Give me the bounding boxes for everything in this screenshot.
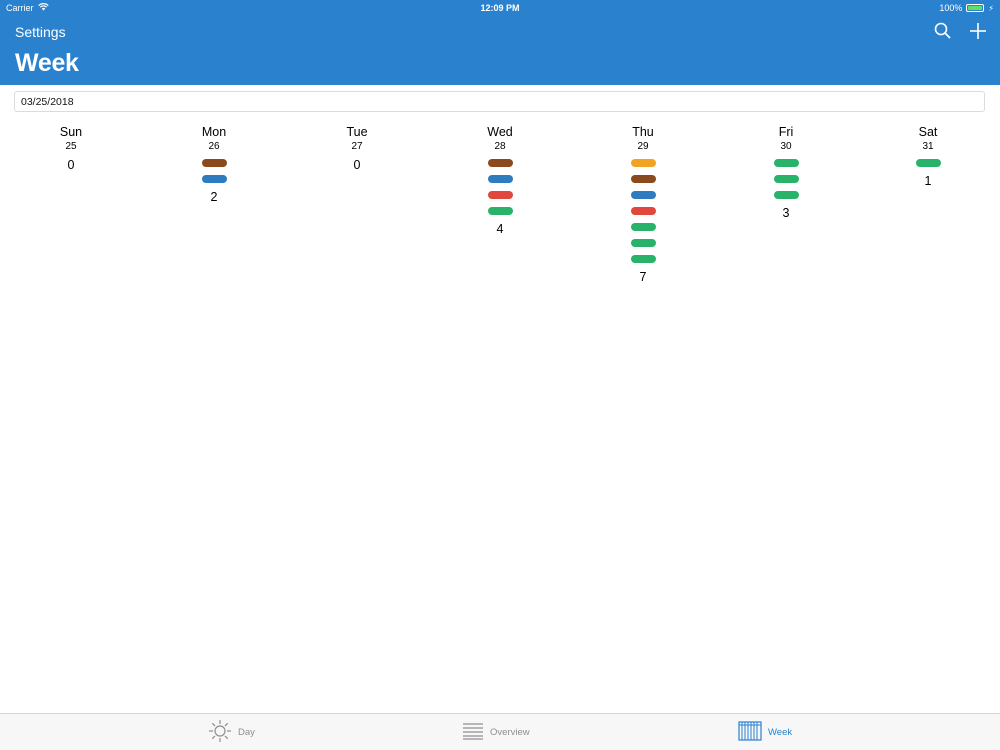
list-icon <box>462 722 484 743</box>
day-date: 30 <box>780 141 792 152</box>
event-bar-blue[interactable] <box>487 175 513 183</box>
event-count: 2 <box>210 190 218 204</box>
event-bar-red[interactable] <box>487 191 513 199</box>
day-name: Tue <box>346 125 368 139</box>
event-bar-green[interactable] <box>915 159 941 167</box>
event-count: 3 <box>782 206 790 220</box>
day-column-wed[interactable]: Wed 28 4 <box>460 124 540 236</box>
calendar-grid-icon <box>738 720 762 744</box>
page-title: Week <box>15 49 79 77</box>
event-count: 0 <box>67 158 75 172</box>
event-bar-brown[interactable] <box>630 175 656 183</box>
event-bar-orange[interactable] <box>630 159 656 167</box>
day-column-tue[interactable]: Tue 27 0 <box>317 124 397 172</box>
event-bar-green[interactable] <box>773 159 799 167</box>
day-date: 29 <box>637 141 649 152</box>
event-bar-green[interactable] <box>773 175 799 183</box>
navigation-header: Carrier 12:09 PM 100% ⚡ Settings Week <box>0 0 1000 85</box>
day-date: 27 <box>351 141 363 152</box>
event-bar-green[interactable] <box>630 255 656 263</box>
day-column-thu[interactable]: Thu 29 7 <box>603 124 683 284</box>
event-bars <box>888 155 968 171</box>
event-bar-blue[interactable] <box>630 191 656 199</box>
settings-button[interactable]: Settings <box>15 24 66 40</box>
day-date: 25 <box>65 141 77 152</box>
day-column-sun[interactable]: Sun 25 0 <box>31 124 111 172</box>
event-count: 1 <box>924 174 932 188</box>
day-name: Wed <box>487 125 513 139</box>
day-date: 26 <box>208 141 220 152</box>
day-name: Mon <box>201 125 227 139</box>
event-count: 0 <box>353 158 361 172</box>
battery-icon <box>966 4 985 12</box>
event-bar-green[interactable] <box>630 223 656 231</box>
status-right: 100% ⚡ <box>939 3 994 13</box>
event-count: 4 <box>496 222 504 236</box>
date-field[interactable]: 03/25/2018 <box>14 91 985 112</box>
event-bar-brown[interactable] <box>201 159 227 167</box>
event-bar-green[interactable] <box>773 191 799 199</box>
day-column-mon[interactable]: Mon 26 2 <box>174 124 254 204</box>
sun-icon <box>208 719 232 746</box>
event-bars <box>603 155 683 267</box>
tab-overview[interactable]: Overview <box>462 714 530 750</box>
event-bars <box>746 155 826 203</box>
day-name: Fri <box>778 125 794 139</box>
tab-week[interactable]: Week <box>738 714 792 750</box>
event-bar-green[interactable] <box>487 207 513 215</box>
charging-icon: ⚡ <box>988 3 994 13</box>
event-count: 7 <box>639 270 647 284</box>
event-bar-green[interactable] <box>630 239 656 247</box>
day-column-sat[interactable]: Sat 31 1 <box>888 124 968 188</box>
status-bar: Carrier 12:09 PM 100% ⚡ <box>0 0 1000 16</box>
day-name: Sun <box>59 125 83 139</box>
tab-bar: Day Overview Week <box>0 713 1000 750</box>
tab-overview-label: Overview <box>490 726 530 738</box>
tab-day[interactable]: Day <box>208 714 255 750</box>
event-bar-brown[interactable] <box>487 159 513 167</box>
add-icon[interactable] <box>967 20 989 42</box>
day-name: Thu <box>632 125 654 139</box>
tab-day-label: Day <box>238 726 255 738</box>
day-name: Sat <box>918 125 938 139</box>
status-time: 12:09 PM <box>480 3 520 13</box>
tab-week-label: Week <box>768 726 793 738</box>
event-bars <box>174 155 254 187</box>
battery-percent: 100% <box>939 3 963 13</box>
battery-fill <box>968 6 983 10</box>
event-bar-blue[interactable] <box>201 175 227 183</box>
day-date: 28 <box>494 141 506 152</box>
search-icon[interactable] <box>932 20 954 42</box>
event-bars <box>460 155 540 219</box>
event-bar-red[interactable] <box>630 207 656 215</box>
day-date: 31 <box>922 141 934 152</box>
day-column-fri[interactable]: Fri 30 3 <box>746 124 826 220</box>
